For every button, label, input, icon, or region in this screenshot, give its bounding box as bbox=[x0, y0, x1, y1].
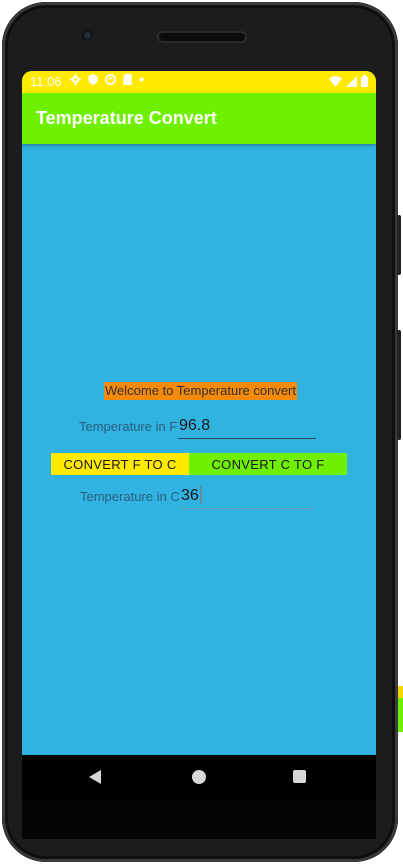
welcome-text: Welcome to Temperature convert bbox=[104, 382, 297, 400]
camera-icon bbox=[82, 30, 93, 41]
shield-icon bbox=[88, 74, 98, 85]
app-title: Temperature Convert bbox=[36, 108, 217, 128]
speaker-grille bbox=[159, 33, 245, 41]
celsius-label: Temperature in C bbox=[80, 489, 180, 504]
power-button[interactable] bbox=[397, 215, 401, 275]
recents-icon[interactable] bbox=[293, 770, 306, 783]
app-bar: Temperature Convert bbox=[22, 93, 376, 144]
convert-f-to-c-button[interactable]: CONVERT F TO C bbox=[51, 453, 189, 475]
background-window-strip bbox=[398, 686, 403, 698]
status-time: 11:06 bbox=[30, 74, 62, 89]
status-bar: 11:06 bbox=[22, 71, 376, 93]
phone-chin bbox=[22, 799, 376, 839]
sync-icon bbox=[105, 74, 116, 85]
convert-c-to-f-button[interactable]: CONVERT C TO F bbox=[189, 453, 347, 475]
dot-icon bbox=[139, 77, 144, 82]
device-screen: 11:06 Temperature Convert Welcome to Tem… bbox=[22, 71, 376, 755]
wifi-icon bbox=[329, 75, 342, 87]
background-window-strip bbox=[398, 698, 403, 732]
gear-icon bbox=[70, 74, 81, 85]
navigation-bar bbox=[22, 755, 376, 799]
volume-button[interactable] bbox=[397, 330, 401, 440]
battery-icon bbox=[361, 75, 368, 87]
fahrenheit-input[interactable] bbox=[178, 414, 316, 439]
text-cursor bbox=[200, 486, 202, 504]
back-icon[interactable] bbox=[89, 770, 101, 784]
status-notification-icons bbox=[70, 74, 144, 85]
signal-icon bbox=[346, 75, 357, 87]
home-icon[interactable] bbox=[192, 770, 206, 784]
status-system-icons bbox=[329, 75, 368, 87]
fahrenheit-label: Temperature in F bbox=[79, 419, 178, 434]
sd-card-icon bbox=[123, 74, 132, 85]
